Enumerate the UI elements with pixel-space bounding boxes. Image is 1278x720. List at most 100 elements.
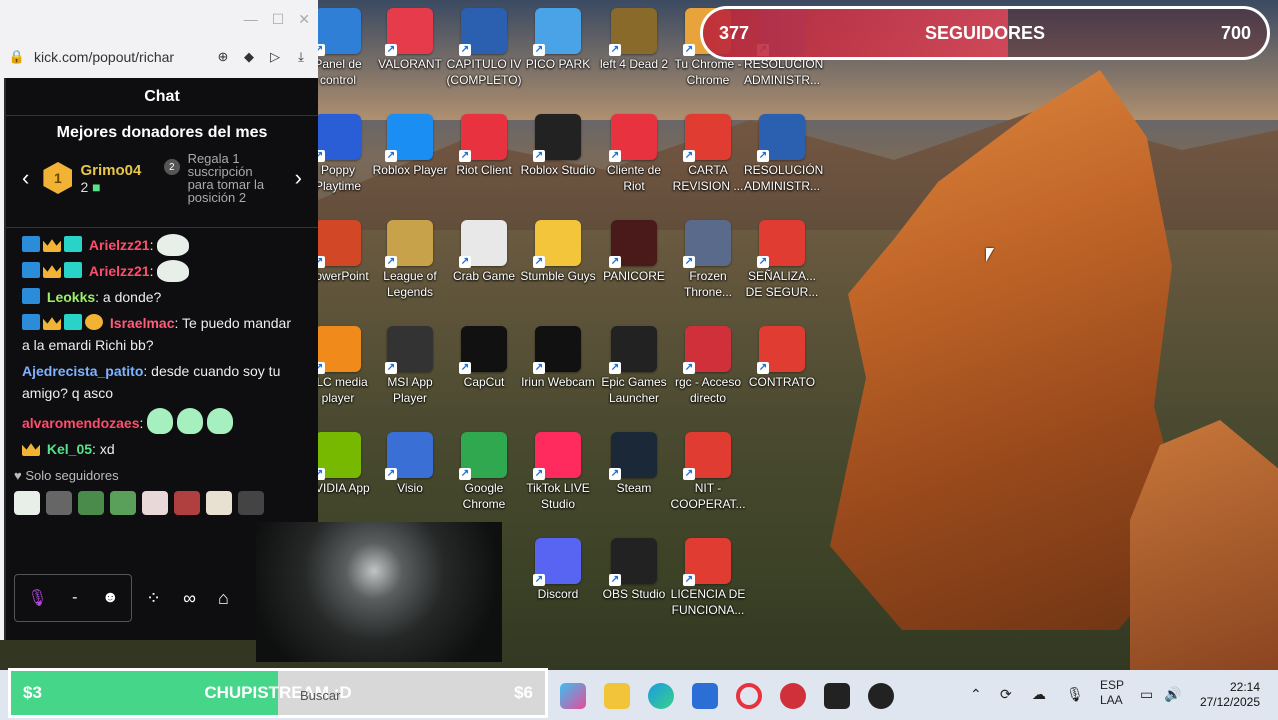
microphone-icon[interactable]: 🎙 — [27, 588, 47, 608]
app-icon: ↗ — [459, 114, 507, 162]
download-icon[interactable]: ⤓ — [292, 49, 310, 65]
follower-goal-target: 700 — [1220, 22, 1251, 43]
emote-icon[interactable] — [14, 491, 40, 515]
clock-date: 27/12/2025 — [1199, 695, 1260, 709]
top-donor-name[interactable]: Grimo04 — [80, 162, 156, 179]
infinity-icon[interactable]: ∞ — [183, 588, 196, 609]
send-icon[interactable]: ▷ — [266, 49, 284, 65]
chevron-left-icon[interactable]: ‹ — [16, 165, 35, 191]
obs-icon[interactable] — [868, 683, 894, 709]
desktop-icon[interactable]: ↗ LICENCIA DE FUNCIONA... — [670, 538, 746, 618]
emote-icon[interactable] — [46, 491, 72, 515]
desktop-icon[interactable]: ↗ CapCut — [446, 326, 522, 390]
desktop-icon[interactable]: ↗ OBS Studio — [596, 538, 672, 602]
desktop-icon[interactable]: ↗ Riot Client — [446, 114, 522, 178]
desktop-icon[interactable]: ↗ Frozen Throne... — [670, 220, 746, 300]
desktop-icon[interactable]: ↗ RESOLUCIÓN ADMINISTR... — [744, 114, 823, 194]
app-icon: ↗ — [313, 114, 361, 162]
desktop-icon[interactable]: ↗ PICO PARK — [520, 8, 596, 72]
microphone-tray-icon[interactable]: 🎙 — [1066, 686, 1084, 703]
emote-icon[interactable] — [174, 491, 200, 515]
emote-icon[interactable] — [110, 491, 136, 515]
clock[interactable]: 22:14 27/12/2025 — [1196, 680, 1260, 710]
desktop-icon[interactable]: ↗ Steam — [596, 432, 672, 496]
desktop-icon-label: Discord — [537, 587, 579, 601]
desktop-icon-label: Visio — [397, 481, 423, 495]
shortcut-arrow-icon: ↗ — [533, 362, 545, 374]
dots-icon[interactable]: ⁘ — [146, 588, 161, 609]
desktop-icon[interactable]: ↗ Roblox Studio — [520, 114, 596, 178]
volume-icon[interactable]: 🔊 — [1164, 686, 1181, 703]
desktop-icon[interactable]: ↗ CONTRATO — [744, 326, 820, 390]
chat-username[interactable]: Israelmac — [110, 315, 175, 331]
cloud-icon[interactable]: ☁ — [1032, 686, 1046, 703]
emote-icon[interactable] — [238, 491, 264, 515]
file-explorer-icon[interactable] — [604, 683, 630, 709]
desktop-icon[interactable]: ↗ MSI App Player — [372, 326, 448, 406]
shortcut-arrow-icon: ↗ — [533, 44, 545, 56]
emote-icon[interactable] — [206, 491, 232, 515]
lock-icon[interactable]: 🔒 — [8, 49, 26, 65]
app-icon: ↗ — [313, 432, 361, 480]
taskbar-search[interactable]: Buscar — [300, 688, 340, 703]
url-text[interactable]: kick.com/popout/richar — [34, 49, 206, 65]
edge-icon[interactable] — [648, 683, 674, 709]
desktop-icon[interactable]: ↗ CARTA REVISION ... — [670, 114, 746, 194]
chevron-right-icon[interactable]: › — [289, 165, 308, 191]
desktop-icon[interactable]: ↗ left 4 Dead 2 — [596, 8, 672, 72]
desktop-icon[interactable]: ↗ Google Chrome — [446, 432, 522, 512]
desktop-icon[interactable]: ↗ League of Legends — [372, 220, 448, 300]
desktop-icon[interactable]: ↗ Cliente de Riot — [596, 114, 672, 194]
app-icon: ↗ — [683, 326, 731, 374]
store-icon[interactable]: ⌂ — [218, 588, 229, 609]
shortcut-arrow-icon: ↗ — [533, 256, 545, 268]
chat-username[interactable]: Arielzz21 — [89, 237, 150, 253]
desktop-icon-label: CAPITULO IV (COMPLETO) — [446, 57, 522, 87]
desktop-icon[interactable]: ↗ Iriun Webcam — [520, 326, 596, 390]
language-indicator[interactable]: ESP LAA — [1100, 678, 1124, 708]
game-icon[interactable] — [824, 683, 850, 709]
desktop-icon[interactable]: ↗ SEÑALIZA... DE SEGUR... — [744, 220, 820, 300]
opera-icon[interactable] — [736, 683, 762, 709]
desktop-icon[interactable]: ↗ PANICORE — [596, 220, 672, 284]
chat-username[interactable]: Arielzz21 — [89, 263, 150, 279]
desktop-icon[interactable]: ↗ Stumble Guys — [520, 220, 596, 284]
heart-icon: ♥ — [14, 468, 22, 483]
desktop-icon[interactable]: ↗ Visio — [372, 432, 448, 496]
copilot-icon[interactable] — [560, 683, 586, 709]
desktop-icon[interactable]: ↗ VALORANT — [372, 8, 448, 72]
desktop-icon[interactable]: ↗ TikTok LIVE Studio — [520, 432, 596, 512]
app-icon: ↗ — [385, 220, 433, 268]
crown-icon — [43, 265, 61, 278]
chat-input[interactable]: 🎙 - ☻ — [14, 574, 132, 622]
store-app-icon[interactable] — [692, 683, 718, 709]
desktop-icon[interactable]: ↗ rgc - Acceso directo — [670, 326, 746, 406]
chat-username[interactable]: Ajedrecista_patito — [22, 363, 143, 379]
close-icon[interactable]: ✕ — [298, 11, 310, 28]
maximize-icon[interactable]: ☐ — [272, 11, 285, 28]
desktop-icon-label: Roblox Studio — [520, 163, 596, 177]
shield-icon[interactable]: ◆ — [240, 49, 258, 65]
chevron-up-icon[interactable]: ⌃ — [970, 686, 982, 703]
desktop-icon-label: CONTRATO — [748, 375, 816, 389]
desktop-icon[interactable]: ↗ Crab Game — [446, 220, 522, 284]
sync-icon[interactable]: ⟳ — [1000, 686, 1012, 703]
emote-icon[interactable] — [78, 491, 104, 515]
desktop-icon[interactable]: ↗ Discord — [520, 538, 596, 602]
chat-username[interactable]: Kel_05 — [47, 441, 92, 457]
shortcut-arrow-icon: ↗ — [609, 256, 621, 268]
emoji-icon[interactable]: ☻ — [102, 589, 119, 607]
desktop-icon[interactable]: ↗ NIT - COOPERAT... — [670, 432, 746, 512]
desktop-icon[interactable]: ↗ CAPITULO IV (COMPLETO) — [446, 8, 522, 88]
chat-username[interactable]: alvaromendozaes — [22, 415, 140, 431]
network-icon[interactable]: ▭ — [1140, 686, 1153, 703]
desktop-icon[interactable]: ↗ Epic Games Launcher — [596, 326, 672, 406]
desktop-icon[interactable]: ↗ Roblox Player — [372, 114, 448, 178]
chat-username[interactable]: Leokks — [47, 289, 95, 305]
shortcut-arrow-icon: ↗ — [385, 362, 397, 374]
minimize-icon[interactable]: — — [244, 11, 258, 27]
app-icon: ↗ — [757, 114, 805, 162]
zoom-icon[interactable]: ⊕ — [214, 49, 232, 65]
emote-icon[interactable] — [142, 491, 168, 515]
rgc-icon[interactable] — [780, 683, 806, 709]
